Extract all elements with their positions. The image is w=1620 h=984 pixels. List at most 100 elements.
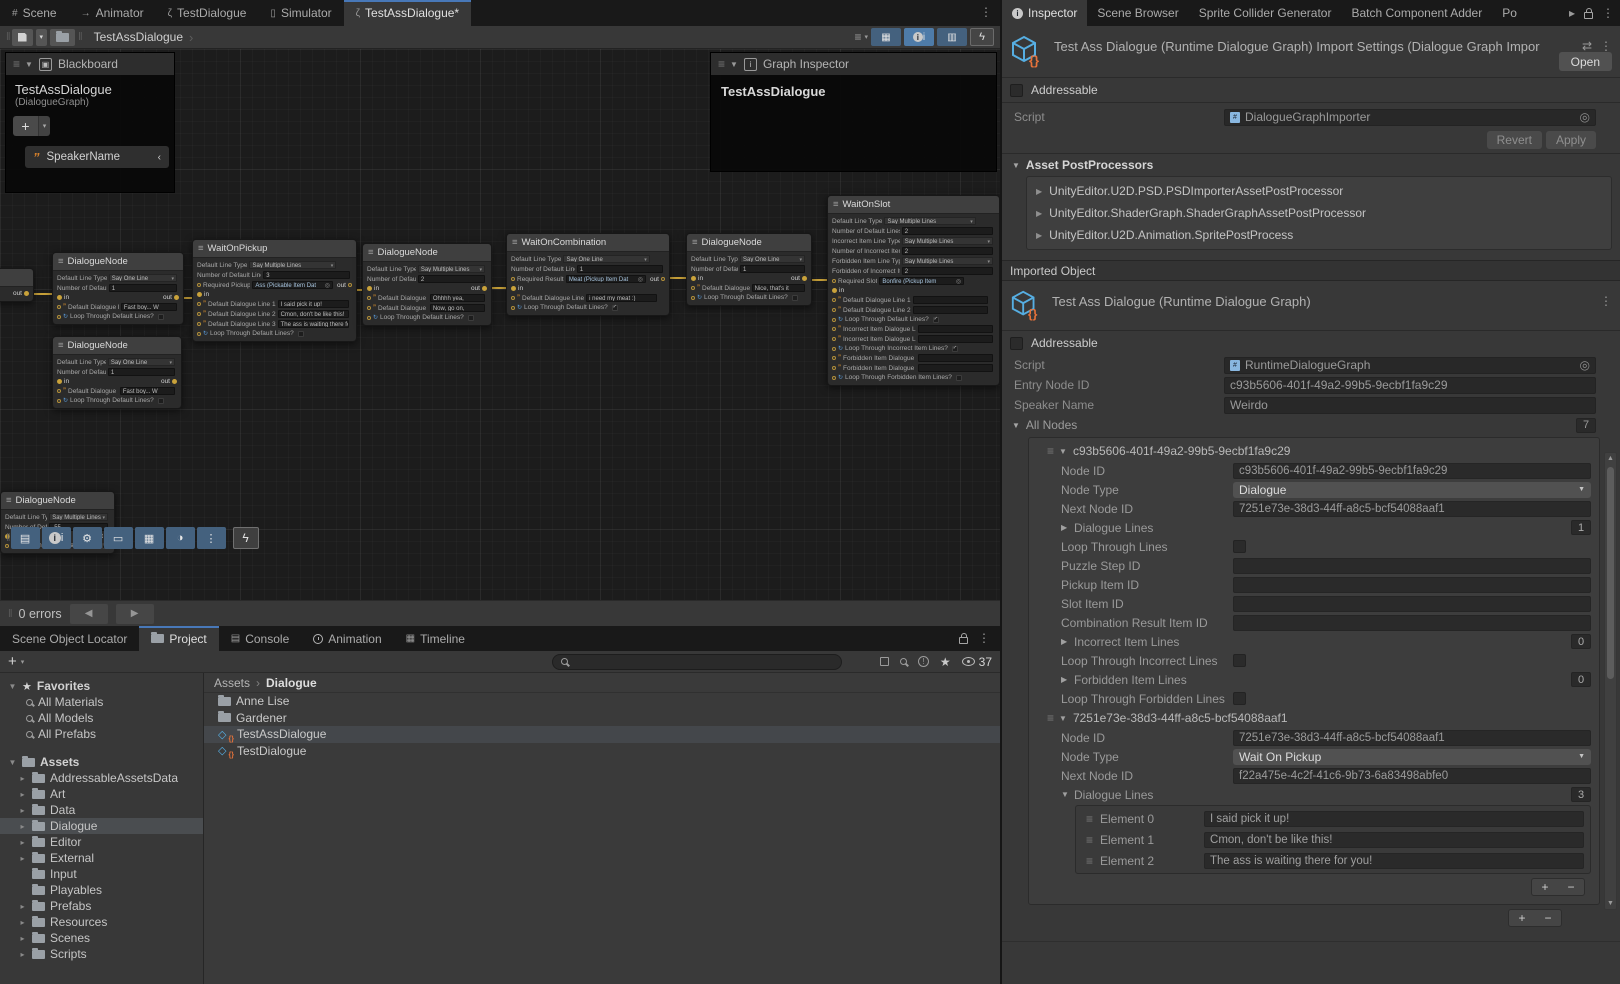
toolbar-button[interactable]: ▭ ▭ xyxy=(104,527,133,549)
array-size-field[interactable]: 3 xyxy=(1571,787,1591,802)
node-text-field[interactable]: i need my meat :) xyxy=(586,294,657,302)
breadcrumb-root[interactable]: Assets xyxy=(214,676,250,690)
node-row[interactable]: ” ↻ Default Dialogue Line 1 I said pick … xyxy=(193,299,356,309)
input-port[interactable] xyxy=(197,332,201,336)
file-row[interactable]: ◇ TestAssDialogue xyxy=(204,726,1000,743)
graph-view-button[interactable]: ▦ ▦ xyxy=(871,28,901,46)
node-row[interactable]: ” ↻ Default Line Type Say One Line▾ Say … xyxy=(687,254,811,264)
foldout-arrow-icon[interactable]: ▸ xyxy=(18,806,27,815)
speaker-name-field[interactable]: Weirdo xyxy=(1224,397,1596,414)
panel-tab[interactable]: ▦ Timeline xyxy=(394,626,477,651)
input-port[interactable] xyxy=(691,276,696,281)
checkbox[interactable]: ✓ xyxy=(1233,540,1246,553)
foldout-arrow-icon[interactable]: ▸ xyxy=(18,950,27,959)
node-checkbox[interactable]: ✓ xyxy=(298,331,304,337)
tree-folder[interactable]: ▸ Playables xyxy=(0,882,203,898)
input-port[interactable] xyxy=(197,283,201,287)
input-port[interactable] xyxy=(832,347,836,351)
node-text-field[interactable]: I said pick it up! xyxy=(278,300,349,308)
node-text-field[interactable]: Cmon, don't be like this! xyxy=(278,310,349,318)
node-row[interactable]: ” ↻ Default Dialogue Line i need my meat… xyxy=(507,293,669,303)
node-checkbox[interactable]: ✓ xyxy=(158,314,164,320)
element-text-field[interactable]: I said pick it up! xyxy=(1204,811,1584,827)
hidden-items-toggle[interactable]: 37 xyxy=(962,655,992,669)
node-text-field[interactable]: 1 xyxy=(108,368,175,376)
node-row[interactable]: ” ↻ in ▾ ◎ ✓ out xyxy=(687,274,811,283)
inspector-tab[interactable]: i Scene Browser xyxy=(1087,0,1188,26)
inspector-tab[interactable]: i Batch Component Adder xyxy=(1341,0,1492,26)
alert-icon[interactable]: ! xyxy=(918,656,929,667)
foldout-arrow-icon[interactable]: ▸ xyxy=(18,774,27,783)
search-by-type-icon[interactable] xyxy=(880,657,889,666)
node-text-field[interactable] xyxy=(918,354,993,362)
node-row[interactable]: ” ↻ Default Dialogue Line 3 The ass is w… xyxy=(193,319,356,329)
node-row[interactable]: ” ↻ Forbidden of Incorrect Item Lines 2▾… xyxy=(828,266,999,276)
graph-node[interactable]: ≡ DialogueNode ” ↻ Default Line Type Say… xyxy=(52,252,184,325)
node-row[interactable]: ” ↻ Number of Default Lines 2▾ 2 2◎ ✓ ou… xyxy=(363,274,491,284)
create-asset-dropdown[interactable]: ▾ xyxy=(21,658,25,666)
node-row[interactable]: ” ↻ in ▾ ◎ ✓ out xyxy=(828,286,999,295)
next-error-button[interactable]: ▶ xyxy=(116,604,154,624)
drag-handle-icon[interactable]: ≡ xyxy=(13,57,19,71)
node-row[interactable]: ” ↻ Loop Through Default Lines? ▾ ◎ ✓ ou… xyxy=(687,293,811,302)
graph-inspector-header[interactable]: ≡ ▼ i Graph Inspector xyxy=(711,53,996,75)
apply-button[interactable]: Apply xyxy=(1546,131,1596,149)
node-row[interactable]: ” ↻ Number of Default Lines 1▾ 1 1◎ ✓ ou… xyxy=(53,367,181,377)
node-row[interactable]: ” ↻ Default Dialogue Line 2 Now, go on,▾… xyxy=(363,303,491,313)
foldout-arrow-icon[interactable]: ▸ xyxy=(18,854,27,863)
text-field[interactable]: f22a475e-4c2f-41c6-9b73-6a83498abfe0 xyxy=(1233,768,1591,784)
add-variable-dropdown[interactable]: ▾ xyxy=(38,116,50,136)
node-text-field[interactable] xyxy=(918,364,993,372)
output-port[interactable] xyxy=(172,379,177,384)
panel-kebab-icon[interactable]: ⋮ xyxy=(978,631,990,645)
toolbar-button[interactable]: ▦ ▦ xyxy=(135,527,164,549)
array-size-field[interactable]: 0 xyxy=(1571,672,1591,687)
graph-node[interactable]: ≡ WaitOnSlot ” ↻ Default Line Type Say M… xyxy=(827,195,1000,386)
input-port[interactable] xyxy=(197,302,201,306)
collapse-arrow-icon[interactable]: ▼ xyxy=(730,60,738,69)
node-checkbox[interactable]: ✓ xyxy=(468,315,474,321)
graph-node[interactable]: ≡ rtNode ” ↻ ections ▾ ◎ xyxy=(0,268,34,302)
graph-node[interactable]: ≡ WaitOnCombination ” ↻ Default Line Typ… xyxy=(506,233,670,316)
toolbar-button[interactable]: ▤ ▤ xyxy=(11,527,40,549)
foldout-arrow-icon[interactable]: ▸ xyxy=(18,934,27,943)
foldout-arrow-icon[interactable]: ▼ xyxy=(1012,421,1020,430)
node-row[interactable]: ” ↻ Forbidden Item Dialogue Line 1 ▾ ◎ ✓… xyxy=(828,353,999,363)
node-text-field[interactable]: 2 xyxy=(902,247,993,255)
input-port[interactable] xyxy=(511,286,516,291)
foldout-arrow-icon[interactable]: ▶ xyxy=(1061,637,1074,646)
node-title-bar[interactable]: ≡ DialogueNode xyxy=(363,244,491,262)
input-port[interactable] xyxy=(511,296,515,300)
input-port[interactable] xyxy=(197,312,201,316)
tree-folder[interactable]: ▸ AddressableAssetsData xyxy=(0,770,203,786)
lock-icon[interactable] xyxy=(1584,12,1593,19)
node-text-field[interactable]: Now, go on, xyxy=(430,304,485,312)
node-entry-header[interactable]: ≡ ▼ c93b5606-401f-49a2-99b5-9ecbf1fa9c29 xyxy=(1029,441,1599,461)
list-dropdown-icon[interactable]: ▾ xyxy=(864,33,868,41)
node-row[interactable]: ” ↻ Default Dialogue Line Fast boy... W▾… xyxy=(53,302,183,312)
text-field[interactable] xyxy=(1233,558,1591,574)
tree-folder[interactable]: ▸ Prefabs xyxy=(0,898,203,914)
foldout-arrow-icon[interactable]: ▼ xyxy=(8,682,17,691)
lightning-button[interactable]: ϟ xyxy=(233,527,259,549)
drag-handle-icon[interactable]: ≡ xyxy=(1086,833,1092,847)
input-port[interactable] xyxy=(832,279,836,283)
node-checkbox[interactable]: ✓ xyxy=(792,295,798,301)
input-port[interactable] xyxy=(832,356,836,360)
node-text-field[interactable]: 2 xyxy=(418,275,485,283)
previous-error-button[interactable]: ◀ xyxy=(70,604,108,624)
graph-view-button[interactable]: i i xyxy=(904,28,934,46)
node-dropdown[interactable]: Say Multiple Lines▾ xyxy=(902,257,993,265)
foldout-arrow-icon[interactable]: ▸ xyxy=(18,902,27,911)
node-row[interactable]: ” ↻ Number of Default Lines 1▾ 1 1◎ ✓ ou… xyxy=(53,283,183,293)
tab-scroll-arrow-icon[interactable]: ▸ xyxy=(1569,6,1575,20)
window-tab[interactable]: ζ TestDialogue xyxy=(156,0,259,26)
tree-folder[interactable]: ▸ Scripts xyxy=(0,946,203,962)
node-row[interactable]: ” ↻ Number of Default Lines 2▾ 2 2◎ ✓ ou… xyxy=(828,226,999,236)
input-port[interactable] xyxy=(57,399,61,403)
object-picker-icon[interactable]: ◎ xyxy=(1580,110,1590,124)
output-port[interactable] xyxy=(174,295,179,300)
node-row[interactable]: ” ↻ Required Pickup Ass (Pickable Item D… xyxy=(193,280,356,290)
node-dropdown[interactable]: Say Multiple Lines▾ xyxy=(49,513,108,521)
node-checkbox[interactable]: ✓ xyxy=(933,317,939,323)
